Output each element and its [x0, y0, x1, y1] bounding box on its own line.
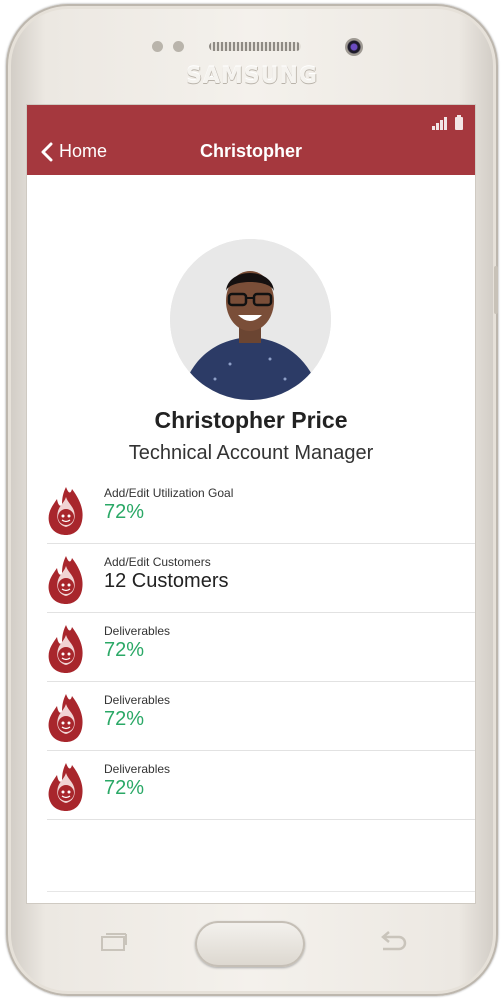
battery-icon [455, 115, 463, 130]
item-value: 72% [104, 708, 145, 730]
flame-icon [48, 487, 83, 535]
back-arrow-icon[interactable] [377, 931, 409, 953]
divider [47, 891, 475, 892]
status-bar [432, 115, 463, 130]
item-value: 12 Customers [104, 570, 229, 592]
item-label: Add/Edit Utilization Goal [104, 486, 234, 500]
list-item[interactable]: Deliverables 72% [47, 682, 475, 751]
metrics-list: Add/Edit Utilization Goal 72% Add/Edit C… [47, 475, 475, 820]
item-value: 72% [104, 639, 145, 661]
profile-photo [170, 239, 331, 400]
sensors [152, 41, 184, 52]
screen: Christopher Home Christopher Price Techn… [27, 105, 475, 903]
item-label: Add/Edit Customers [104, 555, 211, 569]
item-label: Deliverables [104, 693, 171, 707]
back-label: Home [59, 141, 108, 161]
earpiece-speaker [209, 42, 301, 51]
power-button [494, 266, 498, 314]
flame-icon [48, 556, 83, 604]
item-value: 72% [104, 777, 145, 799]
flame-icon [48, 763, 83, 811]
list-item[interactable]: Deliverables 72% [47, 613, 475, 682]
item-label: Deliverables [104, 762, 171, 776]
recent-apps-icon[interactable] [98, 931, 128, 953]
flame-icon [48, 694, 83, 742]
item-label: Deliverables [104, 624, 171, 638]
flame-icon [48, 625, 83, 673]
profile-role: Technical Account Manager [128, 442, 374, 464]
item-value: 72% [104, 501, 145, 523]
avatar [170, 239, 331, 400]
list-item[interactable]: Add/Edit Utilization Goal 72% [47, 475, 475, 544]
profile-name: Christopher Price [154, 407, 348, 433]
front-camera [345, 38, 363, 56]
list-item[interactable]: Add/Edit Customers 12 Customers [47, 544, 475, 613]
back-button[interactable]: Home [41, 141, 107, 162]
app-bar: Christopher Home [27, 105, 475, 175]
list-item[interactable]: Deliverables 72% [47, 751, 475, 820]
brand-logo: SAMSUNG [186, 64, 318, 89]
chevron-left-icon [41, 142, 53, 161]
signal-icon [432, 117, 447, 130]
home-button[interactable] [195, 921, 305, 967]
